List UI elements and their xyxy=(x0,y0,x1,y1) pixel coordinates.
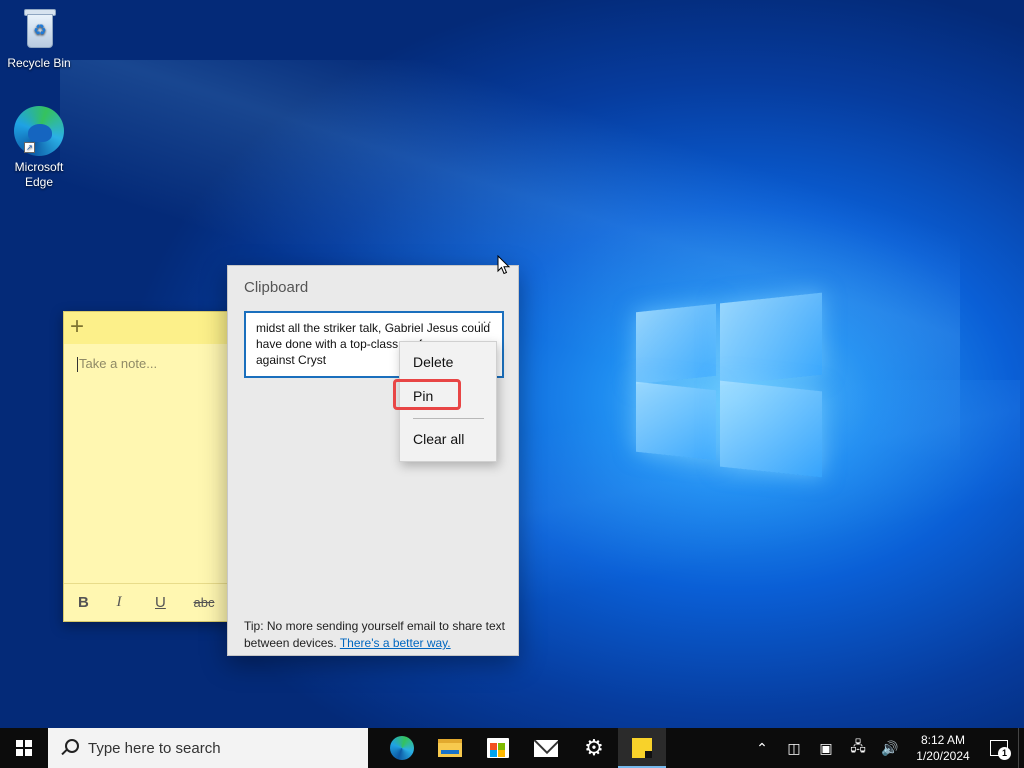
security-alert-icon[interactable]: ▣ xyxy=(810,728,842,768)
sticky-note-window: + Take a note... B I U abc xyxy=(63,311,233,622)
more-options-icon[interactable]: ··· xyxy=(477,314,493,330)
taskbar-app-file-explorer[interactable] xyxy=(426,728,474,768)
show-hidden-icons-chevron-up-icon[interactable]: ⌃ xyxy=(746,728,778,768)
clock-date: 1/20/2024 xyxy=(916,749,970,763)
menu-separator xyxy=(413,418,484,419)
bold-button[interactable]: B xyxy=(78,594,117,611)
volume-icon[interactable]: 🔊 xyxy=(874,728,906,768)
file-explorer-icon xyxy=(438,739,462,757)
taskbar-search-box[interactable]: Type here to search xyxy=(48,728,368,768)
underline-button[interactable]: U xyxy=(155,594,194,611)
clipboard-title: Clipboard xyxy=(244,279,309,296)
menu-item-delete[interactable]: Delete xyxy=(400,354,496,370)
search-placeholder: Type here to search xyxy=(88,739,221,757)
action-center-button[interactable]: 1 xyxy=(980,728,1018,768)
start-button[interactable] xyxy=(0,728,48,768)
desktop-icon-label: Recycle Bin xyxy=(7,56,71,70)
recycle-bin-icon: ♻ xyxy=(19,6,59,52)
desktop-icon-recycle-bin[interactable]: ♻ Recycle Bin xyxy=(4,6,74,71)
sticky-format-toolbar: B I U abc xyxy=(64,583,232,621)
clock-time: 8:12 AM xyxy=(920,733,966,747)
desktop-icon-microsoft-edge[interactable]: ↗ Microsoft Edge xyxy=(4,106,74,190)
notification-count-badge: 1 xyxy=(998,747,1011,760)
italic-button[interactable]: I xyxy=(117,594,156,611)
settings-icon: ⚙ xyxy=(584,735,604,760)
taskbar-app-sticky-notes[interactable] xyxy=(618,728,666,768)
edge-icon: ↗ xyxy=(14,106,64,156)
windows-logo-wallpaper xyxy=(636,290,824,480)
mail-icon xyxy=(534,739,558,757)
taskbar-app-store[interactable] xyxy=(474,728,522,768)
clipboard-tip: Tip: No more sending yourself email to s… xyxy=(244,618,508,652)
edge-icon xyxy=(390,736,414,760)
taskbar-app-settings[interactable]: ⚙ xyxy=(570,728,618,768)
taskbar-clock[interactable]: 8:12 AM 1/20/2024 xyxy=(906,732,980,764)
note-placeholder: Take a note... xyxy=(79,356,158,371)
note-text-area[interactable]: Take a note... xyxy=(64,344,232,384)
store-icon xyxy=(487,738,509,758)
show-desktop-button[interactable] xyxy=(1018,728,1024,768)
menu-item-pin[interactable]: Pin xyxy=(400,388,496,404)
mouse-pointer-icon xyxy=(497,255,511,275)
search-icon xyxy=(60,739,79,757)
meet-now-icon[interactable]: ◫ xyxy=(778,728,810,768)
better-way-link[interactable]: There's a better way. xyxy=(340,636,451,650)
sticky-notes-icon xyxy=(632,738,652,758)
taskbar-app-edge[interactable] xyxy=(378,728,426,768)
taskbar: Type here to search ⚙ ⌃ ◫ ▣ 🖧 🔊 8:12 AM … xyxy=(0,728,1024,768)
menu-item-clear-all[interactable]: Clear all xyxy=(400,431,496,447)
windows-start-icon xyxy=(16,740,32,756)
system-tray: ⌃ ◫ ▣ 🖧 🔊 8:12 AM 1/20/2024 1 xyxy=(746,728,1024,768)
desktop-icon-label: Microsoft Edge xyxy=(14,160,64,189)
sticky-note-header: + xyxy=(64,312,232,344)
add-note-icon[interactable]: + xyxy=(70,315,84,339)
clipboard-item-context-menu: Delete Pin Clear all xyxy=(399,341,497,462)
network-icon[interactable]: 🖧 xyxy=(842,728,874,768)
taskbar-app-mail[interactable] xyxy=(522,728,570,768)
